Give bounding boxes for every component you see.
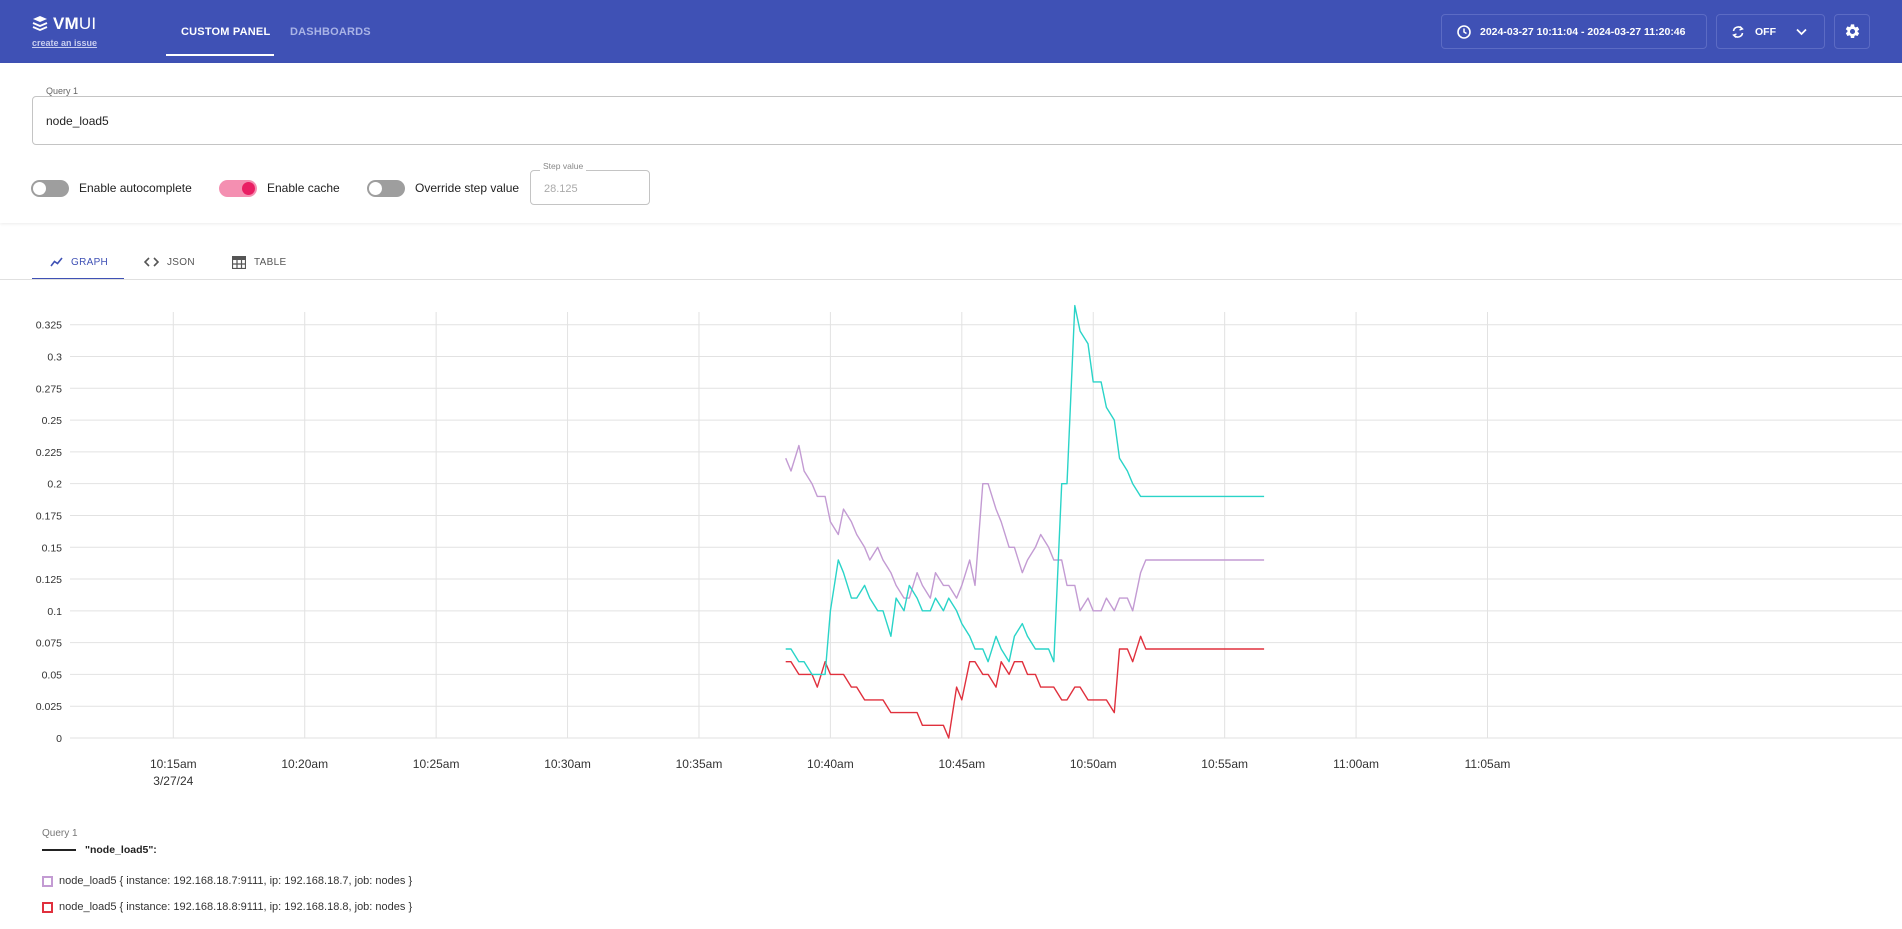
table-icon	[232, 255, 246, 269]
legend-query-label: Query 1	[42, 828, 78, 839]
autocomplete-label: Enable autocomplete	[79, 181, 192, 195]
query-input[interactable]	[32, 96, 1902, 145]
y-tick-label: 0	[56, 733, 62, 745]
y-tick-label: 0.1	[47, 606, 62, 618]
y-tick-label: 0.15	[42, 542, 63, 554]
gear-icon	[1845, 24, 1859, 39]
tab-graph[interactable]: GRAPH	[50, 247, 108, 277]
query-input-value[interactable]: node_load5	[46, 114, 109, 128]
logo-text-suffix: UI	[78, 14, 97, 33]
y-tick-label: 0.125	[36, 574, 62, 586]
refresh-button[interactable]: OFF	[1716, 14, 1825, 49]
x-tick-label: 11:00am	[1333, 757, 1379, 771]
y-tick-label: 0.175	[36, 510, 62, 522]
chart-line-icon	[50, 257, 63, 267]
legend-item[interactable]: node_load5 { instance: 192.168.18.7:9111…	[42, 875, 412, 887]
x-tick-label: 10:50am	[1070, 757, 1117, 771]
tab-table[interactable]: TABLE	[232, 247, 286, 277]
legend-title: "node_load5":	[85, 844, 157, 856]
legend-item-label: node_load5 { instance: 192.168.18.8:9111…	[59, 901, 413, 913]
step-value-label: Step value	[540, 161, 587, 171]
y-tick-label: 0.225	[36, 447, 62, 459]
cache-toggle[interactable]	[219, 180, 257, 197]
code-icon	[144, 257, 159, 267]
chevron-down-icon[interactable]	[1796, 28, 1807, 36]
x-tick-label: 10:40am	[807, 757, 854, 771]
x-tick-label: 10:55am	[1201, 757, 1248, 771]
y-tick-label: 0.2	[47, 479, 62, 491]
y-tick-label: 0.275	[36, 383, 62, 395]
toggle-knob	[33, 182, 46, 195]
legend-item-label: node_load5 { instance: 192.168.18.7:9111…	[59, 875, 413, 887]
line-chart[interactable]: 0 0.025 0.05 0.075 0.1 0.125 0.15 0.175 0.2 0.225…	[0, 300, 1902, 800]
y-tick-label: 0.075	[36, 638, 62, 650]
x-tick-label: 10:25am	[413, 757, 460, 771]
tab-json-label: JSON	[167, 256, 195, 268]
time-range-text: 2024-03-27 10:11:04 - 2024-03-27 11:20:4…	[1480, 25, 1686, 38]
create-issue-link[interactable]: create an issue	[32, 38, 97, 48]
toggle-knob	[242, 182, 255, 195]
override-step-toggle[interactable]	[367, 180, 405, 197]
x-date-label: 3/27/24	[153, 774, 193, 788]
settings-button[interactable]	[1834, 14, 1870, 49]
tab-json[interactable]: JSON	[144, 247, 195, 277]
legend-swatch[interactable]	[42, 875, 53, 887]
x-tick-label: 10:15am	[150, 757, 197, 771]
series-line[interactable]	[785, 304, 1265, 676]
tab-active-indicator	[166, 54, 274, 56]
refresh-label: OFF	[1755, 25, 1776, 38]
refresh-icon	[1732, 25, 1744, 38]
app-header: VMUI create an issue CUSTOM PANEL DASHBO…	[0, 0, 1902, 63]
time-range-button[interactable]: 2024-03-27 10:11:04 - 2024-03-27 11:20:4…	[1441, 14, 1707, 49]
y-tick-label: 0.05	[42, 669, 63, 681]
toggle-knob	[369, 182, 382, 195]
query-label: Query 1	[42, 86, 83, 96]
y-tick-label: 0.025	[36, 701, 62, 713]
x-tick-label: 10:20am	[281, 757, 328, 771]
x-tick-label: 10:30am	[544, 757, 591, 771]
tab-graph-label: GRAPH	[71, 256, 109, 268]
y-tick-label: 0.3	[47, 352, 62, 364]
tabs-divider	[0, 279, 1902, 280]
series-line[interactable]	[785, 635, 1265, 739]
cache-label: Enable cache	[267, 181, 340, 195]
clock-icon	[1457, 24, 1471, 39]
legend-query-line	[42, 849, 76, 851]
logo-icon	[32, 16, 48, 31]
logo[interactable]: VMUI	[32, 14, 96, 34]
tab-table-label: TABLE	[254, 256, 287, 268]
tab-dashboards[interactable]: DASHBOARDS	[290, 0, 371, 63]
override-step-label: Override step value	[415, 181, 520, 195]
y-tick-label: 0.325	[36, 320, 62, 332]
x-tick-label: 11:05am	[1465, 757, 1511, 771]
step-value-input[interactable]: 28.125	[530, 170, 650, 205]
autocomplete-toggle[interactable]	[31, 180, 69, 197]
x-tick-label: 10:35am	[676, 757, 723, 771]
y-tick-label: 0.25	[42, 415, 63, 427]
legend-swatch[interactable]	[42, 901, 53, 913]
series-line[interactable]	[785, 444, 1265, 612]
legend-item[interactable]: node_load5 { instance: 192.168.18.8:9111…	[42, 901, 412, 913]
logo-text: VM	[53, 14, 79, 33]
x-tick-label: 10:45am	[938, 757, 985, 771]
